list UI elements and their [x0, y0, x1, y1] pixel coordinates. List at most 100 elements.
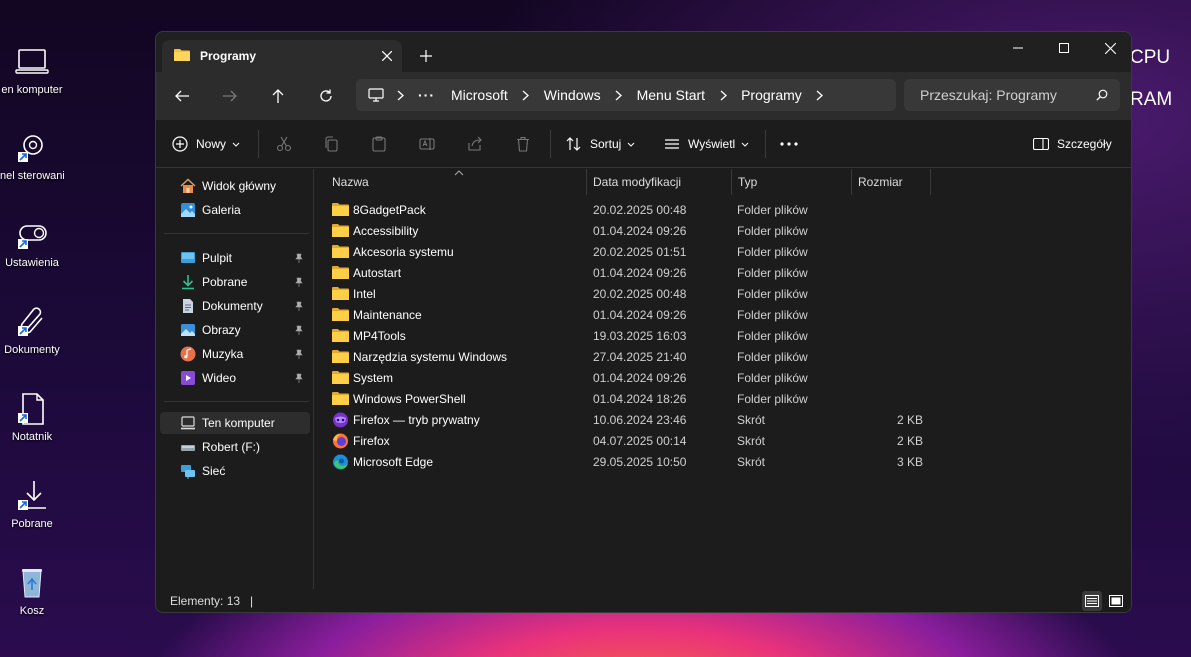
- chevron-right-icon[interactable]: [394, 89, 406, 101]
- file-row[interactable]: Akcesoria systemu 20.02.2025 01:51 Folder …: [332, 242, 932, 263]
- file-date: 01.04.2024 09:26: [593, 224, 687, 238]
- folder-icon: [332, 223, 349, 239]
- new-tab-button[interactable]: [414, 44, 438, 68]
- copy-button[interactable]: [323, 130, 339, 158]
- tab-close-button[interactable]: [372, 42, 402, 70]
- navigation-pane: Widok główny Galeria Pulpit Pobrane Doku…: [156, 169, 314, 589]
- sidebar-item-dokumenty[interactable]: Dokumenty: [160, 295, 310, 317]
- file-row[interactable]: Firefox — tryb prywatny 10.06.2024 23:46 S…: [332, 410, 932, 431]
- search-box[interactable]: [904, 79, 1120, 111]
- breadcrumb-menu-start[interactable]: Menu Start: [629, 87, 713, 103]
- chevron-right-icon[interactable]: [717, 89, 729, 101]
- details-pane-button[interactable]: Szczegóły: [1033, 130, 1112, 158]
- sidebar-item-wideo[interactable]: Wideo: [160, 367, 310, 389]
- column-header-type[interactable]: Typ: [732, 169, 852, 195]
- column-header-date[interactable]: Data modyfikacji: [587, 169, 732, 195]
- column-header-label: Typ: [738, 175, 758, 189]
- file-row[interactable]: System 01.04.2024 09:26 Folder plików: [332, 368, 932, 389]
- file-row[interactable]: Windows PowerShell 01.04.2024 18:26 Folder…: [332, 389, 932, 410]
- file-row[interactable]: Accessibility 01.04.2024 09:26 Folder plik…: [332, 221, 932, 242]
- tab-programy[interactable]: Programy: [162, 40, 402, 72]
- desktop-item-settings[interactable]: Ustawienia: [0, 217, 64, 287]
- sidebar-item-drive-f[interactable]: Robert (F:): [160, 436, 310, 458]
- desktop-item-control-panel[interactable]: nel sterowania: [0, 130, 64, 200]
- file-explorer-window: Programy ··· Microsoft Windows Menu Star…: [155, 31, 1132, 613]
- toolbar-divider: [550, 130, 551, 158]
- more-options-button[interactable]: [780, 130, 798, 158]
- close-window-button[interactable]: [1087, 32, 1131, 64]
- minimize-button[interactable]: [995, 32, 1041, 64]
- file-row[interactable]: MP4Tools 19.03.2025 16:03 Folder plików: [332, 326, 932, 347]
- sidebar-item-pobrane[interactable]: Pobrane: [160, 271, 310, 293]
- file-type: Folder plików: [737, 392, 808, 406]
- refresh-button[interactable]: [310, 82, 342, 110]
- chevron-right-icon[interactable]: [814, 89, 826, 101]
- sort-button[interactable]: Sortuj: [566, 130, 635, 158]
- settings-icon: [14, 217, 50, 253]
- chevron-right-icon[interactable]: [613, 89, 625, 101]
- file-row[interactable]: Intel 20.02.2025 00:48 Folder plików: [332, 284, 932, 305]
- sidebar-item-home[interactable]: Widok główny: [160, 175, 310, 197]
- search-icon[interactable]: [1096, 89, 1108, 101]
- share-button[interactable]: [467, 130, 483, 158]
- sidebar-item-label: Sieć: [202, 464, 226, 478]
- delete-button[interactable]: [515, 130, 531, 158]
- breadcrumb-windows[interactable]: Windows: [536, 87, 609, 103]
- file-size: 3 KB: [896, 455, 923, 469]
- view-list-icon: [665, 139, 679, 149]
- file-row[interactable]: Firefox 04.07.2025 00:14 Skrót 2 KB: [332, 431, 932, 452]
- rename-icon: [419, 138, 435, 150]
- file-row[interactable]: Maintenance 01.04.2024 09:26 Folder plików: [332, 305, 932, 326]
- file-row[interactable]: Microsoft Edge 29.05.2025 10:50 Skrót 3 KB: [332, 452, 932, 473]
- clipboard-icon: [372, 136, 386, 152]
- toolbar-divider: [258, 130, 259, 158]
- file-row[interactable]: 8GadgetPack 20.02.2025 00:48 Folder plików: [332, 200, 932, 221]
- file-date: 29.05.2025 10:50: [593, 455, 687, 469]
- pin-icon: [295, 373, 303, 383]
- forward-button[interactable]: [214, 82, 246, 110]
- desktop-item-this-pc[interactable]: en komputer: [0, 44, 64, 114]
- this-pc-icon: [180, 415, 196, 431]
- desktop-item-documents[interactable]: Dokumenty: [0, 304, 64, 374]
- column-header-size[interactable]: Rozmiar: [852, 169, 931, 195]
- back-button[interactable]: [166, 82, 198, 110]
- breadcrumb-microsoft[interactable]: Microsoft: [443, 87, 516, 103]
- file-type: Folder plików: [737, 245, 808, 259]
- desktop-item-recycle-bin[interactable]: Kosz: [0, 565, 64, 635]
- sidebar-divider: [164, 401, 309, 402]
- address-bar[interactable]: ··· Microsoft Windows Menu Start Program…: [356, 79, 896, 111]
- search-input[interactable]: [920, 87, 1090, 103]
- view-button[interactable]: Wyświetl: [664, 130, 749, 158]
- sidebar-item-muzyka[interactable]: Muzyka: [160, 343, 310, 365]
- folder-icon: [332, 328, 349, 344]
- sidebar-item-this-pc[interactable]: Ten komputer: [160, 412, 310, 434]
- desktop-item-notepad[interactable]: Notatnik: [0, 391, 64, 461]
- details-view-button[interactable]: [1082, 591, 1102, 611]
- file-row[interactable]: Autostart 01.04.2024 09:26 Folder plików: [332, 263, 932, 284]
- breadcrumb-overflow[interactable]: ···: [410, 87, 443, 103]
- sidebar-item-pulpit[interactable]: Pulpit: [160, 247, 310, 269]
- file-name: Narzędzia systemu Windows: [353, 350, 508, 364]
- cut-button[interactable]: [276, 130, 292, 158]
- new-button[interactable]: Nowy: [172, 130, 240, 158]
- ram-gadget-label: RAM: [1130, 89, 1173, 110]
- chevron-right-icon[interactable]: [520, 89, 532, 101]
- paste-button[interactable]: [371, 130, 387, 158]
- rename-button[interactable]: [419, 130, 435, 158]
- up-button[interactable]: [262, 82, 294, 110]
- arrow-left-icon: [175, 90, 189, 102]
- tiles-view-button[interactable]: [1106, 591, 1126, 611]
- file-type: Skrót: [737, 434, 766, 448]
- file-row[interactable]: Narzędzia systemu Windows 27.04.2025 21:4…: [332, 347, 932, 368]
- file-name: Firefox — tryb prywatny: [353, 413, 480, 427]
- sidebar-item-obrazy[interactable]: Obrazy: [160, 319, 310, 341]
- column-header-name[interactable]: Nazwa: [316, 169, 587, 195]
- breadcrumb-programy[interactable]: Programy: [733, 87, 810, 103]
- maximize-button[interactable]: [1041, 32, 1087, 64]
- maximize-icon: [1059, 43, 1069, 53]
- desktop-item-downloads[interactable]: Pobrane: [0, 478, 64, 548]
- sidebar-item-network[interactable]: Sieć: [160, 460, 310, 482]
- sidebar-item-label: Pulpit: [202, 251, 233, 265]
- sidebar-item-gallery[interactable]: Galeria: [160, 199, 310, 221]
- desktop-item-label: en komputer: [1, 84, 63, 96]
